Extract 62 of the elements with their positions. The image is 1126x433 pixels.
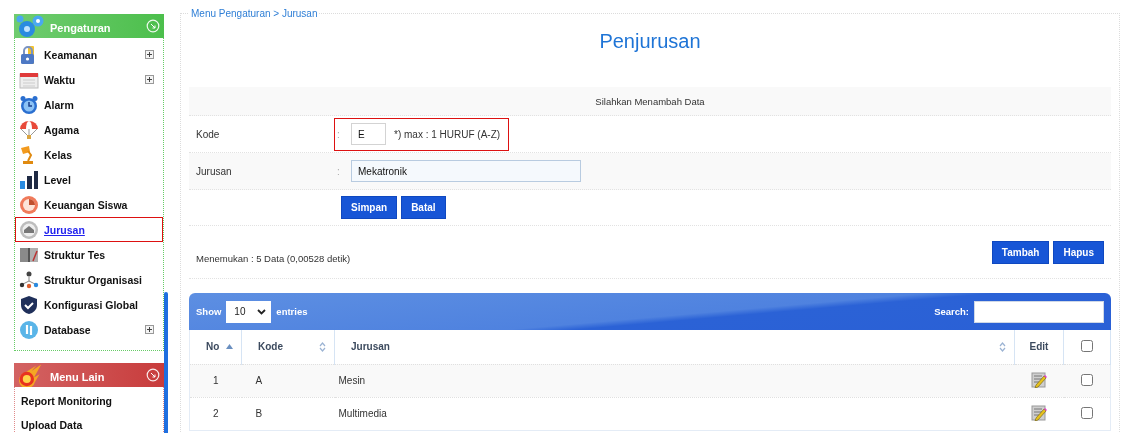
sidebar-item[interactable]: Struktur Organisasi bbox=[15, 267, 163, 292]
page-title: Penjurusan bbox=[598, 29, 702, 53]
sidebar-item[interactable]: Alarm bbox=[15, 92, 163, 117]
breadcrumb[interactable]: Menu Pengaturan > Jurusan bbox=[189, 8, 320, 19]
length-label: entries bbox=[276, 306, 308, 317]
field-label: Jurusan bbox=[195, 165, 233, 177]
row-checkbox[interactable] bbox=[1080, 406, 1093, 419]
input-field[interactable]: E bbox=[351, 123, 386, 145]
table-cell: Multimedia bbox=[334, 397, 1015, 430]
expand-icon[interactable] bbox=[145, 325, 154, 334]
result-summary: Menemukan : 5 Data (0,00528 detik) bbox=[196, 251, 351, 264]
form-button[interactable]: Simpan bbox=[341, 196, 398, 219]
form-button[interactable]: Batal bbox=[401, 196, 446, 219]
field-hint: *) max : 1 HURUF (A-Z) bbox=[394, 128, 501, 140]
action-button[interactable]: Tambah bbox=[991, 240, 1050, 264]
select-all-checkbox[interactable] bbox=[1081, 339, 1093, 352]
sidebar-item[interactable]: Waktu bbox=[15, 67, 163, 92]
length-label: Show bbox=[196, 306, 222, 317]
input-field[interactable]: Mekatronik bbox=[351, 160, 581, 182]
sidebar-item[interactable]: Agama bbox=[15, 117, 163, 142]
table-cell: 1 bbox=[189, 364, 242, 397]
fireball-icon bbox=[16, 363, 44, 387]
chevron-down-icon bbox=[257, 308, 267, 315]
table-cell: Mesin bbox=[334, 364, 1015, 397]
sidebar-item[interactable]: Keuangan Siswa bbox=[15, 192, 163, 217]
disc-icon bbox=[19, 219, 39, 240]
separator-text: : bbox=[337, 165, 341, 177]
alarm-clock-icon bbox=[19, 94, 39, 115]
section-header[interactable]: Menu Lain bbox=[14, 363, 164, 387]
sidebar-item[interactable]: Konfigurasi Global bbox=[15, 292, 163, 317]
sidebar-item[interactable]: Report Monitoring bbox=[15, 389, 163, 413]
search-label: Search: bbox=[934, 306, 969, 317]
separator-text: : bbox=[337, 128, 341, 140]
form-heading: Silahkan Menambah Data bbox=[595, 95, 705, 107]
sidebar-item[interactable]: Level bbox=[15, 167, 163, 192]
sidebar-item[interactable]: Struktur Tes bbox=[15, 242, 163, 267]
org-chart-icon bbox=[19, 269, 39, 290]
sidebar-item[interactable]: Database bbox=[15, 317, 163, 342]
table-cell: A bbox=[241, 364, 335, 397]
collapse-icon[interactable] bbox=[146, 368, 160, 382]
row-checkbox[interactable] bbox=[1080, 373, 1093, 386]
sidebar-item[interactable]: Kelas bbox=[15, 142, 163, 167]
expand-icon[interactable] bbox=[145, 75, 154, 84]
circle-icon bbox=[19, 319, 39, 340]
shield-icon bbox=[19, 294, 39, 315]
action-button[interactable]: Hapus bbox=[1053, 240, 1104, 264]
scrollbar[interactable] bbox=[164, 292, 168, 433]
search-field[interactable] bbox=[974, 300, 1104, 323]
sidebar-item[interactable]: Jurusan bbox=[15, 217, 163, 242]
gears-icon bbox=[16, 14, 44, 38]
pencil-icon[interactable] bbox=[1031, 404, 1047, 421]
expand-icon[interactable] bbox=[145, 50, 154, 59]
sidebar-item[interactable]: Keamanan bbox=[15, 42, 163, 67]
field-label: Kode bbox=[195, 128, 221, 140]
pencil-icon[interactable] bbox=[1031, 371, 1047, 388]
parachute-icon bbox=[19, 119, 39, 140]
pie-chart-icon bbox=[19, 194, 39, 215]
table-cell: 2 bbox=[189, 397, 242, 430]
table-cell: B bbox=[241, 397, 335, 430]
page-size-dropdown[interactable]: 10 bbox=[226, 300, 272, 323]
bar-chart-icon bbox=[19, 169, 39, 190]
sidebar-item[interactable]: Upload Data bbox=[15, 413, 163, 433]
